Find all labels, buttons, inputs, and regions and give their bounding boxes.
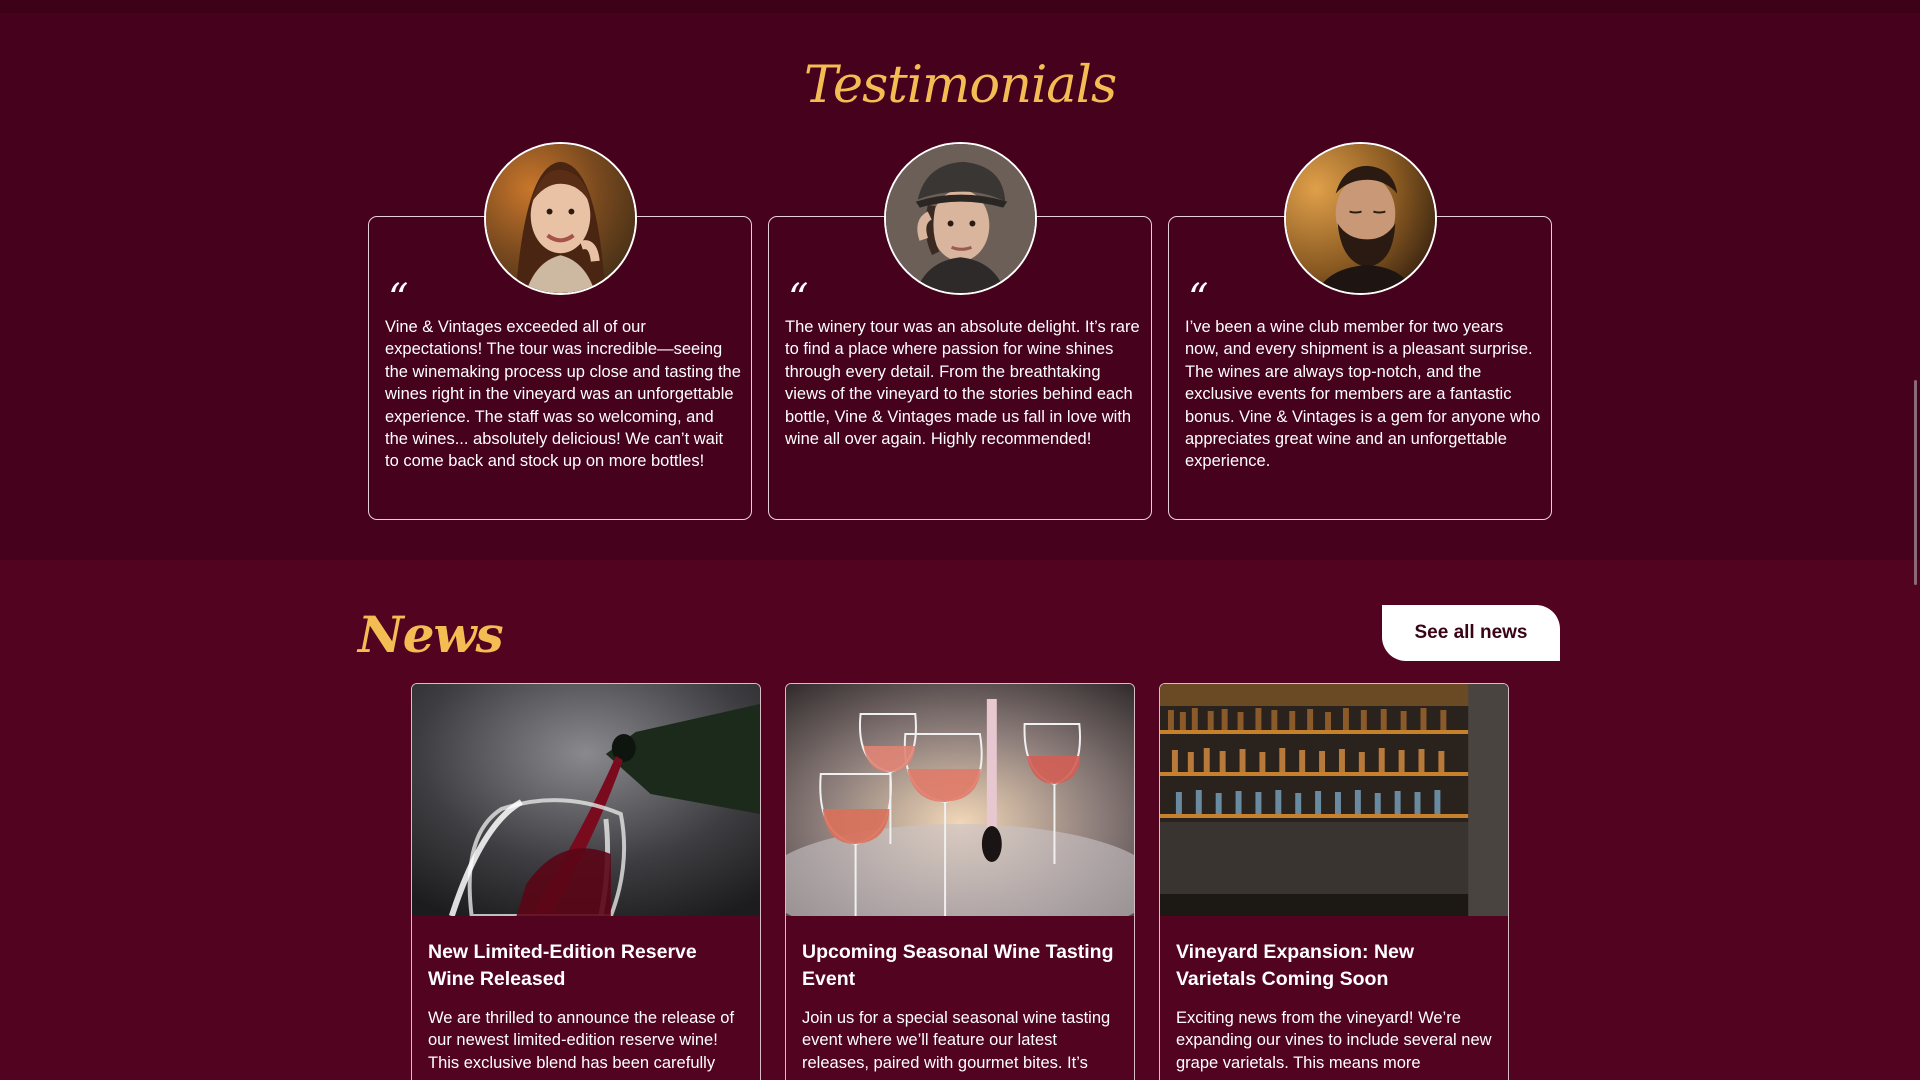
news-image-wine-tasting: [786, 684, 1134, 916]
news-card[interactable]: Vineyard Expansion: New Varietals Coming…: [1159, 683, 1509, 1080]
testimonials-section: Testimonials “ Vine & Vintages exceeded …: [0, 13, 1920, 560]
quote-icon: “: [1188, 276, 1209, 322]
news-title: News: [358, 605, 504, 664]
news-image-wine-pour: [412, 684, 760, 916]
testimonial-card: “ The winery tour was an absolute deligh…: [768, 142, 1152, 520]
news-body-text: Exciting news from the vineyard! We’re e…: [1176, 1009, 1492, 1072]
see-all-news-button[interactable]: See all news: [1382, 605, 1560, 661]
top-strip: [0, 0, 1920, 13]
news-title-text: New Limited-Edition Reserve Wine Release…: [428, 941, 697, 990]
avatar: [1284, 142, 1437, 295]
testimonial-card: “ I’ve been a wine club member for two y…: [1168, 142, 1552, 520]
avatar: [484, 142, 637, 295]
news-card[interactable]: Upcoming Seasonal Wine Tasting Event Joi…: [785, 683, 1135, 1080]
quote-icon: “: [388, 276, 409, 322]
news-body-text: Join us for a special seasonal wine tast…: [802, 1009, 1111, 1072]
news-title-text: Vineyard Expansion: New Varietals Coming…: [1176, 941, 1415, 990]
testimonial-text: The winery tour was an absolute delight.…: [785, 318, 1140, 449]
testimonials-title: Testimonials: [803, 56, 1117, 115]
news-body-text: We are thrilled to announce the release …: [428, 1009, 735, 1072]
news-card[interactable]: New Limited-Edition Reserve Wine Release…: [411, 683, 761, 1080]
testimonial-card: “ Vine & Vintages exceeded all of our ex…: [368, 142, 752, 520]
quote-icon: “: [788, 276, 809, 322]
avatar: [884, 142, 1037, 295]
news-image-bar-shelves: [1160, 684, 1508, 916]
scrollbar[interactable]: [1908, 0, 1920, 1080]
news-title-text: Upcoming Seasonal Wine Tasting Event: [802, 941, 1114, 990]
testimonial-text: I’ve been a wine club member for two yea…: [1185, 318, 1541, 471]
testimonial-text: Vine & Vintages exceeded all of our expe…: [385, 318, 741, 471]
scrollbar-thumb[interactable]: [1914, 380, 1917, 585]
